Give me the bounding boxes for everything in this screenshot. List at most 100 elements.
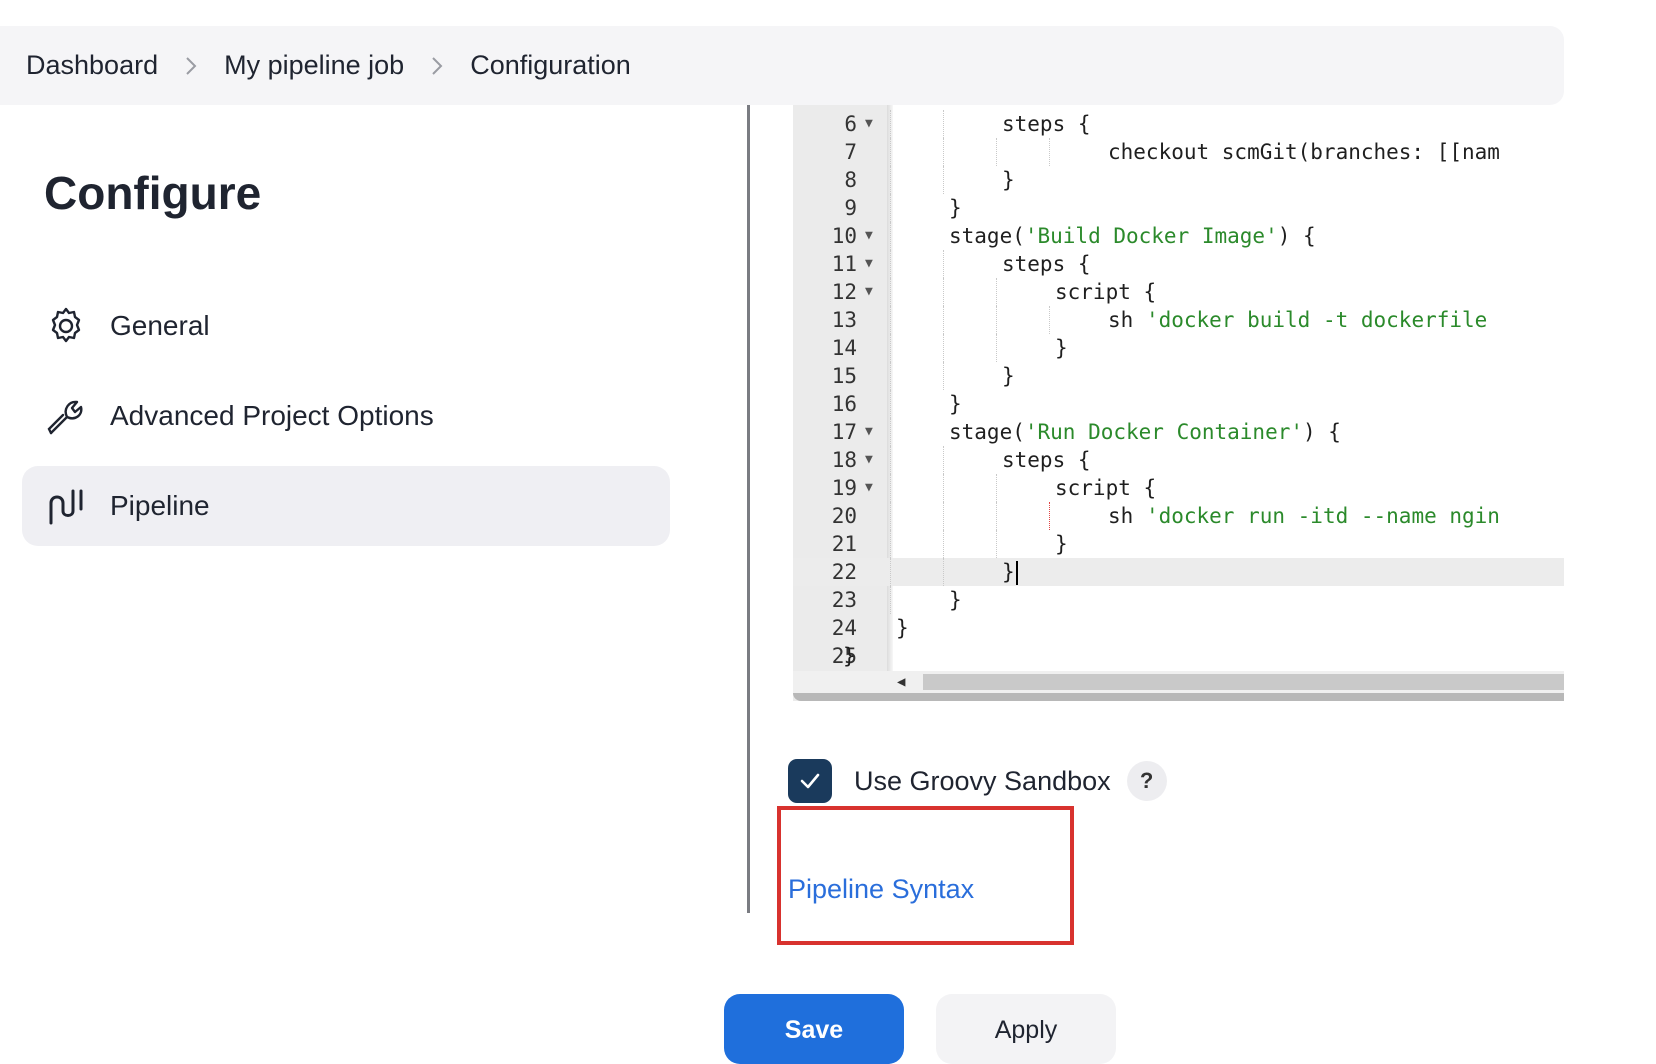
horizontal-scrollbar[interactable]: ◀ [793, 671, 1564, 693]
fold-arrow-icon[interactable]: ▼ [865, 474, 873, 502]
fold-arrow-icon[interactable]: ▼ [865, 418, 873, 446]
code-line[interactable]: 15} [793, 362, 1564, 390]
code-line[interactable]: 23} [793, 586, 1564, 614]
code-line[interactable]: 8} [793, 166, 1564, 194]
indent-guide [943, 278, 944, 306]
fold-arrow-icon[interactable]: ▼ [865, 110, 873, 138]
checkmark-icon [800, 773, 820, 789]
sidebar-item-pipeline[interactable]: Pipeline [22, 466, 670, 546]
indent-guide [890, 446, 891, 474]
code-line[interactable]: 19 ▼ script { [793, 474, 1564, 502]
indent-guide [890, 278, 891, 306]
code-text: steps { [1002, 112, 1091, 136]
line-number: 6 [844, 112, 857, 136]
breadcrumb-job[interactable]: My pipeline job [224, 50, 404, 81]
code-text: } [896, 616, 909, 640]
code-line[interactable]: 6 ▼ steps { [793, 110, 1564, 138]
code-line[interactable]: 21} [793, 530, 1564, 558]
line-number: 23 [831, 588, 857, 612]
script-editor[interactable]: 6 ▼ steps {7 checkout scmGit(branches: [[na… [793, 105, 1564, 701]
code-line[interactable]: 11 ▼ steps { [793, 250, 1564, 278]
line-number: 10 [831, 224, 857, 248]
code-text: script { [1055, 476, 1157, 500]
indent-guide [1049, 306, 1050, 334]
pipeline-icon [44, 484, 88, 528]
breadcrumb-dashboard[interactable]: Dashboard [26, 50, 158, 81]
chevron-right-icon [184, 55, 198, 77]
line-number: 8 [844, 168, 857, 192]
indent-guide [890, 194, 891, 222]
indent-guide [943, 474, 944, 502]
indent-guide [890, 306, 891, 334]
wrench-icon [44, 394, 88, 438]
code-text: checkout scmGit(branches: [[nam [1108, 140, 1500, 164]
fold-arrow-icon[interactable]: ▼ [865, 446, 873, 474]
line-number: 24 [831, 616, 857, 640]
save-button[interactable]: Save [724, 994, 904, 1064]
code-line[interactable]: 22} [793, 558, 1564, 586]
code-line[interactable]: 24} [793, 614, 1564, 642]
fold-arrow-icon[interactable]: ▼ [865, 222, 873, 250]
indent-guide [996, 334, 997, 362]
code-line[interactable]: 12 ▼ script { [793, 278, 1564, 306]
indent-guide [890, 418, 891, 446]
code-line[interactable]: 10 ▼ stage('Build Docker Image') { [793, 222, 1564, 250]
string-literal: 'docker run -itd --name ngin [1145, 504, 1500, 528]
code-line[interactable]: 7 checkout scmGit(branches: [[nam [793, 138, 1564, 166]
sidebar-item-advanced-project-options[interactable]: Advanced Project Options [22, 376, 670, 456]
indent-guide [890, 222, 891, 250]
code-text: } [1002, 168, 1015, 192]
indent-guide [890, 250, 891, 278]
code-line[interactable]: 14} [793, 334, 1564, 362]
indent-guide [943, 334, 944, 362]
indent-guide [996, 138, 997, 166]
line-number: 22 [831, 560, 857, 584]
indent-guide [996, 278, 997, 306]
indent-guide [943, 530, 944, 558]
line-number: 13 [831, 308, 857, 332]
indent-guide [943, 250, 944, 278]
code-line[interactable]: 20 sh 'docker run -itd --name ngin [793, 502, 1564, 530]
code-line[interactable]: 25} [793, 642, 1564, 670]
fold-arrow-icon[interactable]: ▼ [865, 278, 873, 306]
indent-guide [890, 558, 891, 586]
help-icon[interactable]: ? [1126, 761, 1167, 801]
line-number: 18 [831, 448, 857, 472]
apply-button[interactable]: Apply [936, 994, 1116, 1064]
breadcrumb-configuration[interactable]: Configuration [470, 50, 631, 81]
line-number: 19 [831, 476, 857, 500]
sidebar-item-label: Pipeline [110, 490, 210, 521]
sidebar-item-general[interactable]: General [22, 286, 670, 366]
groovy-sandbox-row: Use Groovy Sandbox ? [788, 759, 1167, 803]
indent-guide [890, 586, 891, 614]
indent-guide [943, 446, 944, 474]
code-text: script { [1055, 280, 1157, 304]
gear-icon [44, 304, 88, 348]
groovy-sandbox-label[interactable]: Use Groovy Sandbox [854, 766, 1111, 797]
code-line[interactable]: 16} [793, 390, 1564, 418]
indent-guide [890, 138, 891, 166]
pipeline-syntax-link[interactable]: Pipeline Syntax [788, 874, 974, 905]
text-cursor [1015, 561, 1018, 585]
code-text: sh 'docker run -itd --name ngin [1108, 504, 1500, 528]
code-text: sh 'docker build -t dockerfile [1108, 308, 1488, 332]
code-line[interactable]: 17 ▼ stage('Run Docker Container') { [793, 418, 1564, 446]
indent-guide [890, 362, 891, 390]
indent-guide [1049, 502, 1050, 530]
code-line[interactable]: 9} [793, 194, 1564, 222]
groovy-sandbox-checkbox[interactable] [788, 759, 832, 803]
code-text: } [1002, 558, 1018, 586]
fold-arrow-icon[interactable]: ▼ [865, 250, 873, 278]
code-text: } [949, 392, 962, 416]
chevron-right-icon [430, 55, 444, 77]
scroll-left-icon[interactable]: ◀ [897, 674, 905, 690]
line-number: 12 [831, 280, 857, 304]
line-number: 9 [844, 196, 857, 220]
code-line[interactable]: 13 sh 'docker build -t dockerfile [793, 306, 1564, 334]
indent-guide [996, 530, 997, 558]
indent-guide [996, 474, 997, 502]
code-line[interactable]: 18 ▼ steps { [793, 446, 1564, 474]
breadcrumb: Dashboard My pipeline job Configuration [0, 26, 1564, 105]
line-number: 14 [831, 336, 857, 360]
scrollbar-thumb[interactable] [923, 674, 1564, 690]
